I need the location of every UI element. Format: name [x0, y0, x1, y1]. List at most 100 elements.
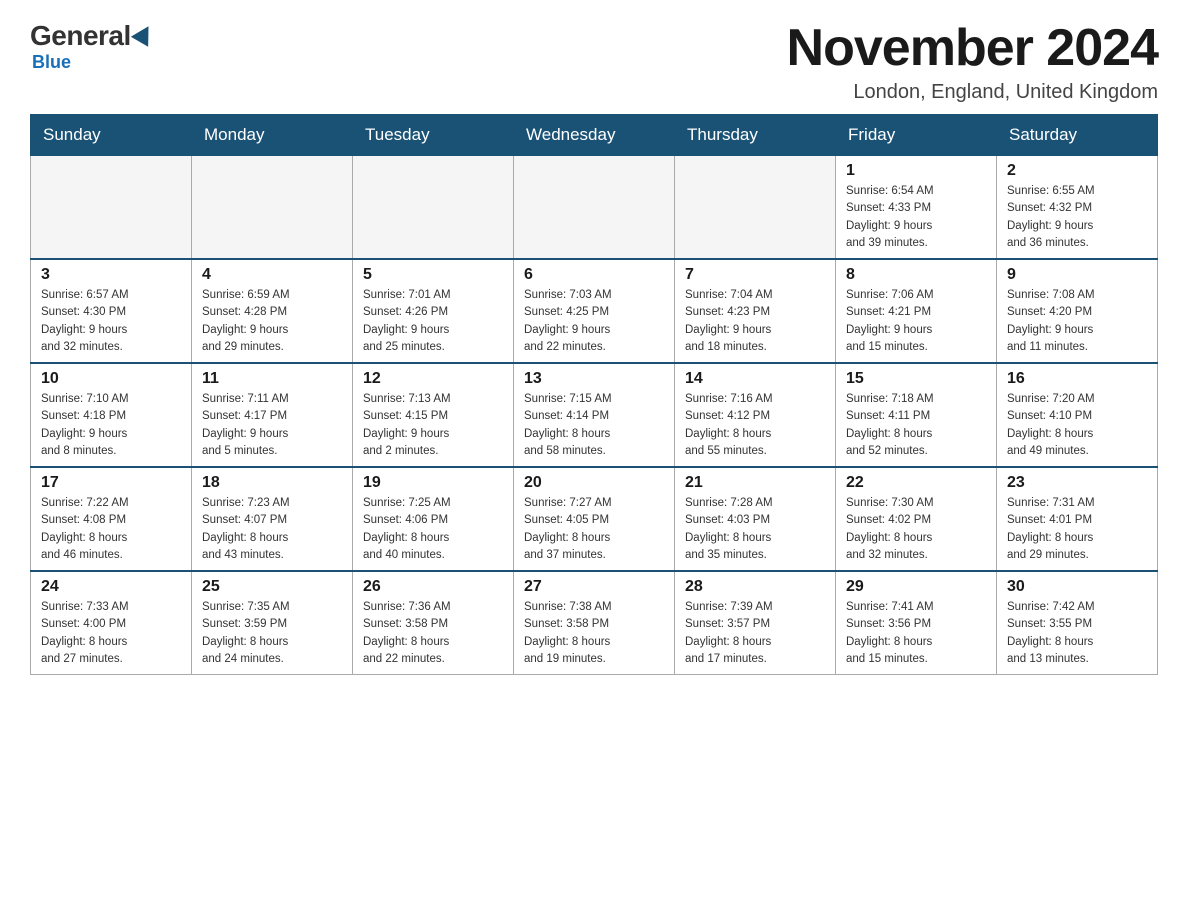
calendar-week-row: 24 Sunrise: 7:33 AM Sunset: 4:00 PM Dayli… — [31, 571, 1158, 675]
calendar-cell: 17Sunrise: 7:22 AM Sunset: 4:08 PM Dayli… — [31, 467, 192, 571]
day-number: 25 — [202, 578, 342, 596]
day-sun-info: Sunrise: 7:35 AM Sunset: 3:59 PM Dayligh… — [202, 599, 342, 668]
calendar-cell — [353, 156, 514, 260]
day-sun-info: Sunrise: 7:01 AM Sunset: 4:26 PM Dayligh… — [363, 287, 503, 356]
day-sun-info: Sunrise: 7:36 AM Sunset: 3:58 PM Dayligh… — [363, 599, 503, 668]
calendar-week-row: 3Sunrise: 6:57 AM Sunset: 4:30 PM Daylig… — [31, 259, 1158, 363]
calendar-cell: 4 Sunrise: 6:59 AM Sunset: 4:28 PM Daylig… — [192, 259, 353, 363]
day-sun-info: Sunrise: 7:23 AM Sunset: 4:07 PM Dayligh… — [202, 495, 342, 564]
day-number: 1 — [846, 162, 986, 180]
day-sun-info: Sunrise: 7:38 AM Sunset: 3:58 PM Dayligh… — [524, 599, 664, 668]
day-number: 7 — [685, 266, 825, 284]
calendar-cell: 12Sunrise: 7:13 AM Sunset: 4:15 PM Dayli… — [353, 363, 514, 467]
day-number: 20 — [524, 474, 664, 492]
title-area: November 2024 London, England, United Ki… — [787, 20, 1158, 104]
calendar-cell: 30Sunrise: 7:42 AM Sunset: 3:55 PM Dayli… — [997, 571, 1158, 675]
month-title: November 2024 — [787, 20, 1158, 77]
calendar-week-row: 10 Sunrise: 7:10 AM Sunset: 4:18 PM Dayli… — [31, 363, 1158, 467]
day-number: 12 — [363, 370, 503, 388]
day-sun-info: Sunrise: 7:10 AM Sunset: 4:18 PM Dayligh… — [41, 391, 181, 460]
calendar-cell: 10 Sunrise: 7:10 AM Sunset: 4:18 PM Dayli… — [31, 363, 192, 467]
day-number: 2 — [1007, 162, 1147, 180]
day-number: 28 — [685, 578, 825, 596]
weekday-header-tuesday: Tuesday — [353, 115, 514, 156]
calendar-cell: 28 Sunrise: 7:39 AM Sunset: 3:57 PM Dayli… — [675, 571, 836, 675]
day-number: 29 — [846, 578, 986, 596]
calendar-cell: 19Sunrise: 7:25 AM Sunset: 4:06 PM Dayli… — [353, 467, 514, 571]
day-number: 17 — [41, 474, 181, 492]
calendar-cell: 20Sunrise: 7:27 AM Sunset: 4:05 PM Dayli… — [514, 467, 675, 571]
calendar-cell: 9Sunrise: 7:08 AM Sunset: 4:20 PM Daylig… — [997, 259, 1158, 363]
day-sun-info: Sunrise: 7:28 AM Sunset: 4:03 PM Dayligh… — [685, 495, 825, 564]
calendar-cell: 11Sunrise: 7:11 AM Sunset: 4:17 PM Dayli… — [192, 363, 353, 467]
day-number: 13 — [524, 370, 664, 388]
calendar-cell — [31, 156, 192, 260]
weekday-header-friday: Friday — [836, 115, 997, 156]
day-sun-info: Sunrise: 6:54 AM Sunset: 4:33 PM Dayligh… — [846, 183, 986, 252]
calendar-cell: 2 Sunrise: 6:55 AM Sunset: 4:32 PM Daylig… — [997, 156, 1158, 260]
day-number: 10 — [41, 370, 181, 388]
day-sun-info: Sunrise: 7:03 AM Sunset: 4:25 PM Dayligh… — [524, 287, 664, 356]
calendar-cell: 5 Sunrise: 7:01 AM Sunset: 4:26 PM Daylig… — [353, 259, 514, 363]
calendar-cell: 21 Sunrise: 7:28 AM Sunset: 4:03 PM Dayli… — [675, 467, 836, 571]
day-sun-info: Sunrise: 7:33 AM Sunset: 4:00 PM Dayligh… — [41, 599, 181, 668]
calendar-cell: 26 Sunrise: 7:36 AM Sunset: 3:58 PM Dayli… — [353, 571, 514, 675]
calendar-cell: 1 Sunrise: 6:54 AM Sunset: 4:33 PM Daylig… — [836, 156, 997, 260]
calendar-table: SundayMondayTuesdayWednesdayThursdayFrid… — [30, 114, 1158, 675]
day-sun-info: Sunrise: 7:04 AM Sunset: 4:23 PM Dayligh… — [685, 287, 825, 356]
day-number: 21 — [685, 474, 825, 492]
calendar-cell: 16Sunrise: 7:20 AM Sunset: 4:10 PM Dayli… — [997, 363, 1158, 467]
calendar-cell — [192, 156, 353, 260]
calendar-cell: 6 Sunrise: 7:03 AM Sunset: 4:25 PM Daylig… — [514, 259, 675, 363]
day-number: 18 — [202, 474, 342, 492]
weekday-header-wednesday: Wednesday — [514, 115, 675, 156]
weekday-header-monday: Monday — [192, 115, 353, 156]
day-number: 3 — [41, 266, 181, 284]
calendar-cell: 24 Sunrise: 7:33 AM Sunset: 4:00 PM Dayli… — [31, 571, 192, 675]
weekday-header-thursday: Thursday — [675, 115, 836, 156]
day-number: 6 — [524, 266, 664, 284]
logo-blue-text: Blue — [32, 52, 71, 73]
calendar-cell: 13 Sunrise: 7:15 AM Sunset: 4:14 PM Dayli… — [514, 363, 675, 467]
day-number: 24 — [41, 578, 181, 596]
day-number: 5 — [363, 266, 503, 284]
day-sun-info: Sunrise: 7:16 AM Sunset: 4:12 PM Dayligh… — [685, 391, 825, 460]
calendar-cell: 14Sunrise: 7:16 AM Sunset: 4:12 PM Dayli… — [675, 363, 836, 467]
calendar-week-row: 1 Sunrise: 6:54 AM Sunset: 4:33 PM Daylig… — [31, 156, 1158, 260]
day-number: 22 — [846, 474, 986, 492]
calendar-cell: 22Sunrise: 7:30 AM Sunset: 4:02 PM Dayli… — [836, 467, 997, 571]
day-number: 23 — [1007, 474, 1147, 492]
day-sun-info: Sunrise: 7:39 AM Sunset: 3:57 PM Dayligh… — [685, 599, 825, 668]
day-number: 16 — [1007, 370, 1147, 388]
day-sun-info: Sunrise: 6:59 AM Sunset: 4:28 PM Dayligh… — [202, 287, 342, 356]
day-number: 27 — [524, 578, 664, 596]
day-sun-info: Sunrise: 7:31 AM Sunset: 4:01 PM Dayligh… — [1007, 495, 1147, 564]
calendar-cell: 7 Sunrise: 7:04 AM Sunset: 4:23 PM Daylig… — [675, 259, 836, 363]
calendar-cell: 23 Sunrise: 7:31 AM Sunset: 4:01 PM Dayli… — [997, 467, 1158, 571]
calendar-cell: 3Sunrise: 6:57 AM Sunset: 4:30 PM Daylig… — [31, 259, 192, 363]
calendar-cell — [675, 156, 836, 260]
day-sun-info: Sunrise: 7:25 AM Sunset: 4:06 PM Dayligh… — [363, 495, 503, 564]
calendar-cell: 29 Sunrise: 7:41 AM Sunset: 3:56 PM Dayli… — [836, 571, 997, 675]
calendar-week-row: 17Sunrise: 7:22 AM Sunset: 4:08 PM Dayli… — [31, 467, 1158, 571]
weekday-header-sunday: Sunday — [31, 115, 192, 156]
day-sun-info: Sunrise: 7:15 AM Sunset: 4:14 PM Dayligh… — [524, 391, 664, 460]
location-text: London, England, United Kingdom — [787, 81, 1158, 104]
day-sun-info: Sunrise: 7:06 AM Sunset: 4:21 PM Dayligh… — [846, 287, 986, 356]
weekday-header-row: SundayMondayTuesdayWednesdayThursdayFrid… — [31, 115, 1158, 156]
day-number: 9 — [1007, 266, 1147, 284]
calendar-cell: 27 Sunrise: 7:38 AM Sunset: 3:58 PM Dayli… — [514, 571, 675, 675]
calendar-cell: 25 Sunrise: 7:35 AM Sunset: 3:59 PM Dayli… — [192, 571, 353, 675]
weekday-header-saturday: Saturday — [997, 115, 1158, 156]
day-number: 26 — [363, 578, 503, 596]
logo-general-text: General — [30, 20, 131, 52]
calendar-cell: 8Sunrise: 7:06 AM Sunset: 4:21 PM Daylig… — [836, 259, 997, 363]
day-sun-info: Sunrise: 6:55 AM Sunset: 4:32 PM Dayligh… — [1007, 183, 1147, 252]
day-sun-info: Sunrise: 7:41 AM Sunset: 3:56 PM Dayligh… — [846, 599, 986, 668]
calendar-cell: 18 Sunrise: 7:23 AM Sunset: 4:07 PM Dayli… — [192, 467, 353, 571]
calendar-cell — [514, 156, 675, 260]
header: General Blue November 2024 London, Engla… — [30, 20, 1158, 104]
day-number: 15 — [846, 370, 986, 388]
day-sun-info: Sunrise: 7:18 AM Sunset: 4:11 PM Dayligh… — [846, 391, 986, 460]
day-number: 4 — [202, 266, 342, 284]
